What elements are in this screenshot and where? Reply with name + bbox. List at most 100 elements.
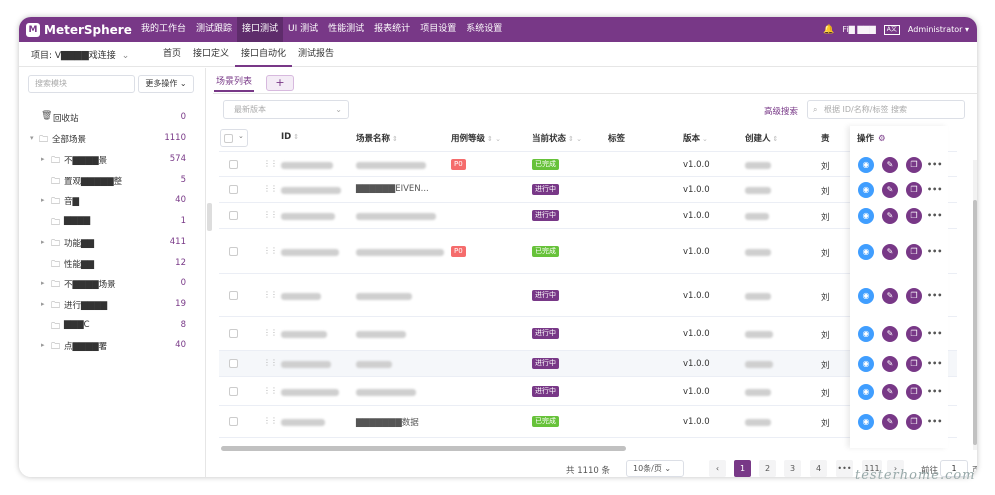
caret-right-icon[interactable]: ▸: [41, 279, 45, 287]
more-icon[interactable]: •••: [927, 326, 942, 342]
row-id[interactable]: [281, 212, 335, 222]
row-status[interactable]: 已完成: [532, 246, 559, 257]
copy-icon[interactable]: ❐: [906, 326, 922, 342]
topnav-item[interactable]: 测试跟踪: [191, 17, 237, 42]
row-id[interactable]: [281, 248, 339, 258]
col-id[interactable]: ID ⇕: [281, 132, 299, 142]
drag-handle-icon[interactable]: ⋮⋮: [263, 184, 278, 193]
panel-resize-handle[interactable]: [207, 203, 212, 231]
run-icon[interactable]: ◉: [858, 182, 874, 198]
table-row[interactable]: ⋮⋮ 进行中 v1.0.0 刘: [219, 274, 957, 317]
table-row[interactable]: ⋮⋮ 进行中 v1.0.0 刘: [219, 317, 957, 351]
row-checkbox[interactable]: [229, 291, 238, 300]
table-row[interactable]: ⋮⋮ ▇▇▇▇▇▇EIVEN... 进行中 v1.0.0 刘: [219, 177, 957, 203]
copy-icon[interactable]: ❐: [906, 244, 922, 260]
subnav-item[interactable]: 接口定义: [187, 42, 235, 67]
row-name[interactable]: ▇▇▇▇▇▇EIVEN...: [356, 184, 429, 194]
run-icon[interactable]: ◉: [858, 208, 874, 224]
row-name[interactable]: [356, 248, 444, 258]
page-button[interactable]: 1: [734, 460, 751, 477]
drag-handle-icon[interactable]: ⋮⋮: [263, 246, 278, 255]
copy-icon[interactable]: ❐: [906, 356, 922, 372]
copy-icon[interactable]: ❐: [906, 182, 922, 198]
page-size-select[interactable]: 10条/页 ⌄: [626, 460, 684, 477]
topnav-item[interactable]: 我的工作台: [136, 17, 191, 42]
edit-icon[interactable]: ✎: [882, 244, 898, 260]
prev-page-button[interactable]: ‹: [709, 460, 726, 477]
more-icon[interactable]: •••: [927, 182, 942, 198]
caret-right-icon[interactable]: ▸: [41, 155, 45, 163]
language-icon[interactable]: A文: [883, 24, 900, 35]
row-status[interactable]: 已完成: [532, 159, 559, 170]
horizontal-scrollbar[interactable]: [221, 446, 626, 451]
table-row[interactable]: ⋮⋮ ▇▇▇▇▇▇▇数据 已完成 v1.0.0 刘: [219, 406, 957, 438]
logo[interactable]: M MeterSphere: [26, 22, 136, 37]
col-version[interactable]: 版本 ⌄: [683, 132, 708, 144]
col-creator[interactable]: 创建人 ⇕: [745, 132, 778, 144]
run-icon[interactable]: ◉: [858, 157, 874, 173]
module-search-input[interactable]: 搜索模块: [28, 75, 135, 93]
col-name[interactable]: 场景名称 ⇕: [356, 132, 398, 144]
topnav-item[interactable]: 系统设置: [461, 17, 507, 42]
run-icon[interactable]: ◉: [858, 326, 874, 342]
more-icon[interactable]: •••: [927, 384, 942, 400]
edit-icon[interactable]: ✎: [882, 326, 898, 342]
row-status[interactable]: 进行中: [532, 386, 559, 397]
row-status[interactable]: 进行中: [532, 290, 559, 301]
subnav-item[interactable]: 测试报告: [292, 42, 340, 67]
copy-icon[interactable]: ❐: [906, 208, 922, 224]
run-icon[interactable]: ◉: [858, 244, 874, 260]
caret-right-icon[interactable]: ▸: [41, 196, 45, 204]
drag-handle-icon[interactable]: ⋮⋮: [263, 416, 278, 425]
tree-item[interactable]: 🗀 性能▇▇ 12: [19, 254, 206, 274]
row-name[interactable]: [356, 292, 412, 302]
topnav-item[interactable]: 报表统计: [369, 17, 415, 42]
row-checkbox[interactable]: [229, 329, 238, 338]
edit-icon[interactable]: ✎: [882, 384, 898, 400]
sort-icon[interactable]: ⇕: [773, 135, 779, 143]
sort-icon[interactable]: ⇕: [392, 135, 398, 143]
row-id[interactable]: [281, 418, 325, 428]
run-icon[interactable]: ◉: [858, 356, 874, 372]
recycle-bin-item[interactable]: 🗑 回收站 0: [19, 108, 206, 128]
select-all-checkbox[interactable]: [224, 134, 233, 143]
subnav-item[interactable]: 首页: [157, 42, 187, 67]
topnav-item[interactable]: 性能测试: [323, 17, 369, 42]
caret-down-icon[interactable]: ▾: [30, 134, 34, 142]
row-id[interactable]: [281, 388, 339, 398]
more-operations-button[interactable]: 更多操作 ⌄: [138, 75, 194, 93]
sort-icon[interactable]: ⇕ ⌄: [487, 135, 501, 143]
scenario-search-input[interactable]: ⌕ 根据 ID/名称/标签 搜索: [807, 100, 965, 119]
row-checkbox[interactable]: [229, 359, 238, 368]
tree-item[interactable]: 🗀 ▇▇▇▇ 1: [19, 212, 206, 232]
tree-item[interactable]: 🗀 置观▇▇▇▇▇整 5: [19, 171, 206, 191]
select-all-dropdown[interactable]: ⌄: [220, 129, 248, 147]
copy-icon[interactable]: ❐: [906, 414, 922, 430]
more-icon[interactable]: •••: [927, 288, 942, 304]
copy-icon[interactable]: ❐: [906, 384, 922, 400]
page-button[interactable]: 4: [810, 460, 827, 477]
drag-handle-icon[interactable]: ⋮⋮: [263, 386, 278, 395]
workspace-selector[interactable]: Fi▇ ▇▇▇: [842, 25, 875, 34]
tab-scenario-list[interactable]: 场景列表: [214, 74, 255, 92]
row-name[interactable]: [356, 360, 392, 370]
run-icon[interactable]: ◉: [858, 414, 874, 430]
drag-handle-icon[interactable]: ⋮⋮: [263, 210, 278, 219]
row-name[interactable]: [356, 330, 406, 340]
row-status[interactable]: 进行中: [532, 210, 559, 221]
tree-item[interactable]: ▸ 🗀 音▇ 40: [19, 191, 206, 211]
add-tab-button[interactable]: +: [266, 75, 295, 91]
user-menu[interactable]: Administrator ▾: [908, 25, 969, 34]
row-name[interactable]: ▇▇▇▇▇▇▇数据: [356, 416, 419, 428]
table-row[interactable]: ⋮⋮ P0 已完成 v1.0.0 刘: [219, 152, 957, 177]
row-checkbox[interactable]: [229, 160, 238, 169]
gear-icon[interactable]: ⚙: [878, 134, 886, 144]
tree-item[interactable]: ▸ 🗀 不▇▇▇▇场景 0: [19, 274, 206, 294]
row-name[interactable]: [356, 388, 416, 398]
row-id[interactable]: [281, 330, 327, 340]
row-checkbox[interactable]: [229, 387, 238, 396]
drag-handle-icon[interactable]: ⋮⋮: [263, 358, 278, 367]
col-status[interactable]: 当前状态 ⇕ ⌄: [532, 132, 582, 144]
edit-icon[interactable]: ✎: [882, 182, 898, 198]
more-icon[interactable]: •••: [927, 356, 942, 372]
